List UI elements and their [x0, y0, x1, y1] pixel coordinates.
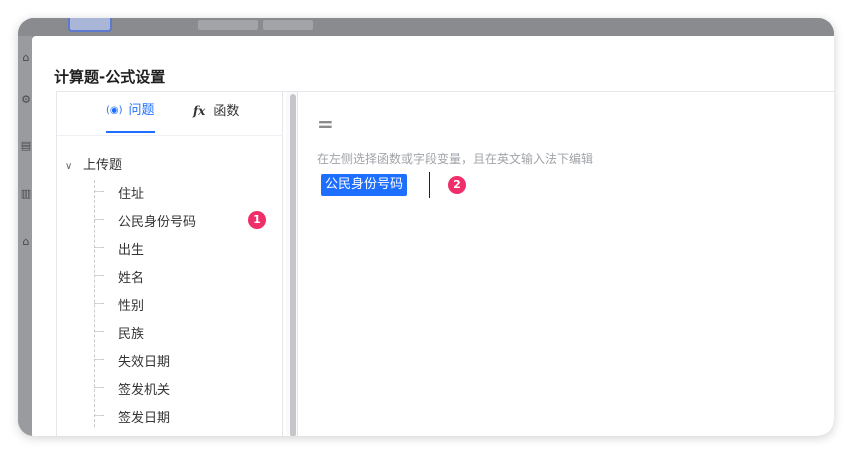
background-tab [68, 18, 112, 32]
tree-item-label: 公民身份号码 [118, 215, 197, 230]
tree-item[interactable]: 民族 [94, 318, 274, 346]
tree-root[interactable]: ∨ 上传题 [65, 154, 122, 173]
tree-item[interactable]: 签发日期 [94, 402, 274, 430]
formula-token[interactable]: 公民身份号码 [321, 174, 408, 196]
background-settings-icon: ⚙ [21, 93, 31, 106]
selector-tabs: (◉) 问题 fx 函数 [57, 92, 283, 136]
tree-item-id-number[interactable]: 公民身份号码 1 [94, 206, 274, 234]
tree-item[interactable]: 性别 [94, 290, 274, 318]
tree-item-label: 签发机关 [118, 383, 171, 398]
active-tab-underline [106, 131, 155, 133]
background-report-icon: ▥ [20, 187, 32, 200]
field-selector-panel: (◉) 问题 fx 函数 ∨ 上传题 住址 公民身份号码 1 出生 姓名 性别 … [57, 92, 283, 436]
scrollbar-thumb[interactable] [290, 94, 296, 436]
chevron-down-icon[interactable]: ∨ [65, 161, 83, 172]
variable-icon: (◉) [106, 105, 123, 116]
formula-editor[interactable]: = 在左侧选择函数或字段变量，且在英文输入法下编辑 公民身份号码 2 [299, 92, 834, 436]
background-home-icon: ⌂ [22, 235, 30, 248]
background-data-icon: ▤ [20, 139, 32, 152]
background-sidebar: ⌂ ⚙ ▤ ▥ ⌂ [18, 36, 32, 436]
tree-item[interactable]: 住址 [94, 178, 274, 206]
tab-questions[interactable]: (◉) 问题 [106, 92, 155, 136]
tree-item[interactable]: 失效日期 [94, 346, 274, 374]
window-frame: ⌂ ⚙ ▤ ▥ ⌂ 计算题-公式设置 (◉) 问题 fx 函数 ∨ 上传题 住址… [18, 18, 834, 436]
step-badge-2: 2 [448, 176, 466, 194]
tree-root-label: 上传题 [83, 158, 123, 173]
background-edit-icon: ⌂ [22, 51, 30, 64]
tree-item[interactable]: 姓名 [94, 262, 274, 290]
tree-item[interactable]: 签发机关 [94, 374, 274, 402]
tree-item[interactable]: 出生 [94, 234, 274, 262]
tree-item-label: 民族 [118, 327, 145, 342]
formula-settings-dialog: 计算题-公式设置 (◉) 问题 fx 函数 ∨ 上传题 住址 公民身份号码 1 … [32, 36, 834, 436]
background-pill [198, 20, 258, 30]
editor-hint: 在左侧选择函数或字段变量，且在英文输入法下编辑 [317, 152, 594, 166]
tab-functions[interactable]: fx 函数 [193, 92, 239, 136]
tab-questions-label: 问题 [128, 103, 155, 118]
tree-item-label: 出生 [118, 243, 145, 258]
function-icon: fx [193, 104, 206, 118]
step-badge-1: 1 [248, 211, 266, 229]
tree-item-label: 姓名 [118, 271, 145, 286]
equals-sign: = [317, 112, 334, 136]
background-toolbar [18, 18, 834, 36]
tree-item-label: 签发日期 [118, 411, 171, 426]
background-pill [263, 20, 313, 30]
tree-item-label: 住址 [118, 187, 145, 202]
tree-item-label: 性别 [118, 299, 145, 314]
text-cursor [429, 172, 430, 198]
formula-panel: (◉) 问题 fx 函数 ∨ 上传题 住址 公民身份号码 1 出生 姓名 性别 … [56, 91, 834, 436]
tab-functions-label: 函数 [213, 104, 240, 119]
tree-item-label: 失效日期 [118, 355, 171, 370]
dialog-title: 计算题-公式设置 [54, 68, 166, 86]
